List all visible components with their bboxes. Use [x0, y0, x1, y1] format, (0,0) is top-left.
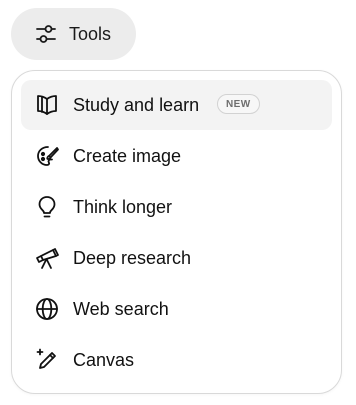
- menu-item-deep-research[interactable]: Deep research: [21, 233, 332, 283]
- sliders-icon: [33, 21, 59, 47]
- menu-item-create-image[interactable]: Create image: [21, 131, 332, 181]
- palette-brush-icon: [33, 142, 61, 170]
- telescope-icon: [33, 244, 61, 272]
- tools-button-label: Tools: [69, 23, 112, 44]
- globe-icon: [33, 295, 61, 323]
- menu-item-web-search[interactable]: Web search: [21, 284, 332, 334]
- menu-item-label: Study and learn: [73, 94, 200, 115]
- menu-item-label: Create image: [73, 145, 182, 166]
- tools-button[interactable]: Tools: [11, 8, 136, 60]
- menu-item-label: Web search: [73, 298, 169, 319]
- tools-menu: Study and learn NEW Create image Think l…: [11, 70, 342, 394]
- menu-item-canvas[interactable]: Canvas: [21, 335, 332, 385]
- menu-item-label: Canvas: [73, 349, 135, 370]
- menu-item-label: Deep research: [73, 247, 192, 268]
- pencil-sparkle-icon: [33, 346, 61, 374]
- menu-item-study-and-learn[interactable]: Study and learn NEW: [21, 80, 332, 130]
- new-badge: NEW: [217, 94, 260, 114]
- lightbulb-icon: [33, 193, 61, 221]
- open-book-icon: [33, 91, 61, 119]
- menu-item-label: Think longer: [73, 196, 173, 217]
- menu-item-think-longer[interactable]: Think longer: [21, 182, 332, 232]
